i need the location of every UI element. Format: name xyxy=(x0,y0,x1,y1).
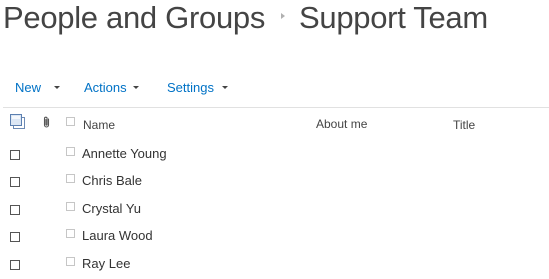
row-select-checkbox[interactable] xyxy=(10,232,20,242)
table-row[interactable]: Annette Young xyxy=(0,142,549,169)
person-name[interactable]: Laura Wood xyxy=(82,228,153,243)
presence-checkbox[interactable] xyxy=(66,257,75,266)
name-column-checkbox[interactable] xyxy=(66,117,75,126)
person-name[interactable]: Annette Young xyxy=(82,146,167,161)
paperclip-icon xyxy=(42,116,51,131)
toolbar-divider xyxy=(3,107,549,108)
row-select-checkbox[interactable] xyxy=(10,150,20,160)
row-select-checkbox[interactable] xyxy=(10,205,20,215)
page-title: Support Team xyxy=(299,0,488,35)
people-and-groups-page: People and Groups Support Team New Actio… xyxy=(0,0,549,279)
caret-down-icon xyxy=(54,86,61,89)
breadcrumb: People and Groups Support Team xyxy=(3,0,488,44)
presence-checkbox[interactable] xyxy=(66,202,75,211)
list-toolbar: New Actions Settings xyxy=(0,78,549,98)
column-header-about-me[interactable]: About me xyxy=(316,117,367,131)
table-row[interactable]: Crystal Yu xyxy=(0,197,549,224)
row-select-checkbox[interactable] xyxy=(10,260,20,270)
breadcrumb-parent[interactable]: People and Groups xyxy=(3,0,265,36)
breadcrumb-separator-icon xyxy=(281,13,286,19)
person-name[interactable]: Ray Lee xyxy=(82,256,130,271)
presence-checkbox[interactable] xyxy=(66,229,75,238)
select-all-items-icon[interactable] xyxy=(10,114,26,133)
table-row[interactable]: Chris Bale xyxy=(0,169,549,196)
actions-menu-label: Actions xyxy=(84,80,127,95)
caret-down-icon xyxy=(132,86,139,89)
actions-menu-button[interactable]: Actions xyxy=(84,80,139,95)
row-select-checkbox[interactable] xyxy=(10,177,20,187)
person-name[interactable]: Crystal Yu xyxy=(82,201,141,216)
column-header-title[interactable]: Title xyxy=(453,118,475,132)
presence-checkbox[interactable] xyxy=(66,147,75,156)
presence-checkbox[interactable] xyxy=(66,174,75,183)
table-header: Name About me Title xyxy=(0,112,549,136)
table-row[interactable]: Laura Wood xyxy=(0,224,549,251)
settings-menu-button[interactable]: Settings xyxy=(167,80,228,95)
caret-down-icon xyxy=(221,86,228,89)
table-row[interactable]: Ray Lee xyxy=(0,252,549,279)
new-menu-label: New xyxy=(15,80,42,95)
new-menu-button[interactable]: New xyxy=(15,80,61,95)
column-header-name[interactable]: Name xyxy=(83,118,115,132)
person-name[interactable]: Chris Bale xyxy=(82,173,142,188)
settings-menu-label: Settings xyxy=(167,80,214,95)
